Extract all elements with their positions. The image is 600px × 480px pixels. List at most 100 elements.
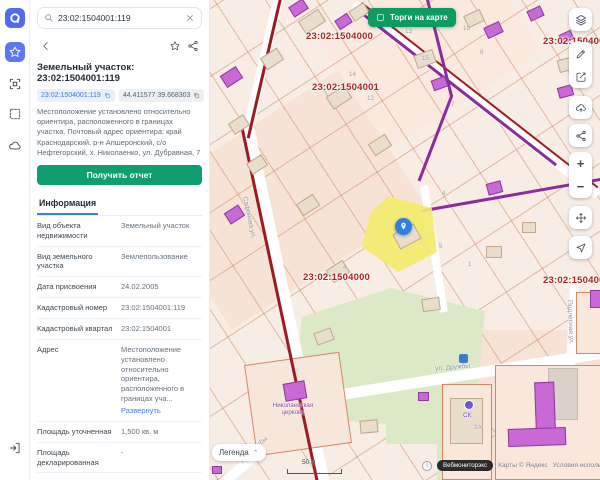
parcel-number: 10 — [463, 25, 470, 32]
parcel-number: 8 — [480, 49, 483, 56]
bus-stop-icon — [459, 354, 468, 363]
copy-icon[interactable] — [104, 92, 111, 99]
row-value-text: 24.02.2005 — [121, 282, 159, 291]
row-label: Кадастровый квартал — [37, 324, 115, 334]
building-poi — [224, 204, 245, 224]
coordinates-chip[interactable]: 44.411577 39.668303 — [119, 89, 205, 102]
clear-search-icon[interactable] — [185, 13, 195, 23]
building — [296, 194, 320, 217]
table-row: Кадастровый номер 23:02:1504001:119 — [37, 298, 202, 319]
building — [421, 297, 441, 312]
map-canvas[interactable]: 23:02:1504000 23:02:1504001 23:02:150400… — [210, 0, 600, 480]
draw-tools-group — [569, 42, 592, 88]
share-map-button[interactable] — [569, 124, 592, 147]
house-number: 2А — [474, 424, 482, 431]
minus-icon: − — [577, 180, 585, 193]
collapse-panel-icon[interactable] — [5, 438, 25, 458]
row-value-text: Местоположение установлено относительно … — [121, 345, 184, 403]
info-icon[interactable]: i — [422, 461, 432, 471]
building-poi — [431, 76, 449, 91]
scale-label: 50 м — [302, 459, 316, 466]
edit-square-icon — [575, 71, 587, 83]
tabs-bar: Информация — [37, 193, 202, 216]
building-poi — [220, 66, 244, 88]
building-poi — [526, 5, 544, 21]
building-poi — [590, 290, 600, 308]
row-value-text: 23:02:1504001:119 — [121, 303, 185, 312]
layers-button[interactable] — [569, 8, 592, 31]
building — [486, 246, 502, 258]
row-value: Местоположение установлено относительно … — [121, 345, 202, 416]
cloud-icon[interactable] — [5, 136, 25, 156]
row-value: 23:02:1504001:119 — [121, 303, 202, 313]
row-label: Кадастровый номер — [37, 303, 115, 313]
tab-information[interactable]: Информация — [37, 198, 98, 215]
locate-button[interactable] — [569, 236, 592, 259]
expand-link[interactable]: Развернуть — [121, 406, 161, 416]
table-row: Вид объекта недвижимости Земельный участо… — [37, 216, 202, 247]
share-nodes-icon — [575, 130, 587, 142]
app-window: Земельный участок: 23:02:1504001:119 23:… — [0, 0, 600, 480]
row-value-text: - — [121, 448, 124, 457]
back-icon[interactable] — [37, 37, 55, 55]
navigate-arrow-icon — [575, 242, 587, 254]
table-row: Площадь уточненная1,500 кв. м — [37, 422, 202, 443]
edit-object-button[interactable] — [569, 65, 592, 88]
table-row: Площадь декларированная- — [37, 443, 202, 474]
upload-button[interactable] — [569, 96, 592, 119]
row-label: Вид объекта недвижимости — [37, 221, 115, 241]
parcel-number: 13 — [405, 28, 412, 35]
row-label: Дата присвоения — [37, 282, 115, 292]
plus-icon: + — [577, 157, 585, 170]
parcel-number: 15 — [422, 55, 429, 62]
pencil-icon — [575, 48, 587, 60]
quarter-label: 23:02:1504000 — [543, 275, 600, 286]
left-icon-rail — [0, 0, 30, 480]
area-select-icon[interactable] — [5, 104, 25, 124]
cadastral-number-chip[interactable]: 23:02:1504001:119 — [37, 89, 115, 102]
row-value: Земельный участок — [121, 221, 202, 241]
building-poi — [508, 427, 567, 447]
map-pin[interactable] — [395, 218, 412, 235]
share-icon[interactable] — [184, 37, 202, 55]
copyright-text: Карты © Яндекс — [498, 462, 548, 469]
sport-complex-icon — [464, 400, 474, 410]
table-row: Дата присвоения 24.02.2005 — [37, 277, 202, 298]
building — [313, 327, 334, 345]
cadastral-number-text: 23:02:1504001:119 — [41, 92, 101, 99]
app-logo-icon[interactable] — [5, 8, 25, 28]
star-icon[interactable] — [166, 37, 184, 55]
zoom-in-button[interactable]: + — [569, 152, 592, 175]
search-box[interactable] — [37, 7, 202, 29]
auction-on-map-button[interactable]: Торги на карте — [368, 8, 456, 27]
copy-icon[interactable] — [193, 92, 200, 99]
parcel-number: 4 — [442, 190, 445, 197]
object-select-icon[interactable] — [5, 74, 25, 94]
parcel-number: 1 — [468, 261, 471, 268]
pan-button[interactable] — [569, 206, 592, 229]
zoom-out-button[interactable]: − — [569, 175, 592, 198]
search-input[interactable] — [58, 13, 181, 23]
pencil-button[interactable] — [569, 42, 592, 65]
row-label: Площадь декларированная — [37, 448, 115, 468]
terms-link[interactable]: Условия использования — [553, 462, 600, 469]
building-poi — [212, 466, 222, 474]
page-title: Земельный участок: 23:02:1504001:119 — [37, 62, 202, 84]
favorites-icon[interactable] — [5, 42, 25, 62]
chevron-up-icon: ⌃ — [253, 449, 259, 457]
row-value: - — [121, 448, 202, 468]
row-value-text: 1,500 кв. м — [121, 427, 158, 436]
cloud-upload-icon — [575, 102, 587, 114]
auction-button-label: Торги на карте — [390, 13, 448, 22]
building — [246, 154, 268, 175]
sport-complex-label: СК — [463, 412, 471, 419]
panel-actions — [37, 33, 202, 59]
quarter-label: 23:02:1504001 — [312, 82, 379, 93]
building-poi — [486, 180, 504, 195]
building — [228, 114, 250, 135]
get-report-button[interactable]: Получить отчет — [37, 165, 202, 185]
auction-icon — [376, 13, 385, 22]
parcel-number: 14 — [349, 71, 356, 78]
row-value-text: 23:02:1504001 — [121, 324, 171, 333]
legend-button[interactable]: Легенда ⌃ — [212, 444, 266, 461]
